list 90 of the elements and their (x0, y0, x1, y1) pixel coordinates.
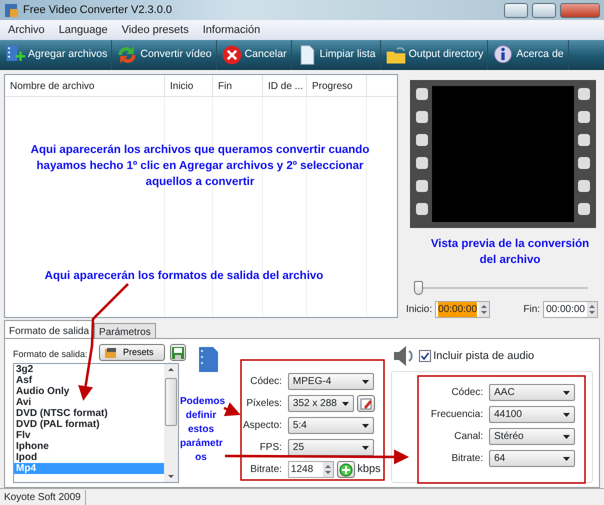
spin-icon[interactable] (479, 302, 490, 317)
spin-icon[interactable] (322, 462, 333, 477)
save-button[interactable] (170, 344, 186, 361)
tab[interactable]: Formato de salida (4, 320, 94, 338)
field-label: Formato de salida: (13, 348, 88, 360)
menu-item[interactable]: Language (58, 22, 108, 38)
time-field[interactable]: 00:00:00 (543, 301, 598, 318)
time-label: Fin: (523, 303, 540, 317)
cancel-icon (220, 44, 243, 66)
format-item[interactable]: DVD (PAL format) (14, 419, 164, 430)
column-header[interactable]: Fin (213, 75, 263, 96)
folder-icon (384, 44, 407, 66)
add-button[interactable] (336, 461, 355, 478)
edit-button[interactable] (356, 395, 375, 412)
dropdown[interactable]: MPEG-4 (288, 373, 374, 390)
speaker-icon (391, 344, 413, 368)
dropdown[interactable]: 44100 (489, 406, 576, 423)
field-label: Frecuencia: (430, 408, 484, 422)
field-label: Códec: (450, 386, 484, 400)
format-item[interactable]: 3g2 (14, 364, 164, 375)
caret-icon (342, 402, 349, 406)
caret-icon (563, 412, 570, 416)
annotation-text: Aqui aparecerán los archivos que queramos convertir cuando hayamos hecho 1º clic en Agregar archivos y 2º seleccionar aquellos a convertir (30, 143, 370, 190)
field-label: Bitrate: (249, 463, 282, 477)
caret-icon (563, 456, 570, 460)
annotation-text: Aqui aparecerán los formatos de salida del archivo (44, 269, 324, 284)
caret-icon (362, 446, 369, 450)
tab[interactable]: Parámetros (94, 323, 156, 338)
toolbar-button[interactable]: Convertir vídeo (112, 40, 217, 70)
info-icon (492, 44, 514, 66)
video-file-icon (197, 346, 219, 373)
presets-icon (104, 346, 118, 358)
seek-slider[interactable] (414, 281, 588, 295)
toolbar-button[interactable]: Cancelar (216, 40, 292, 70)
format-item[interactable]: DVD (NTSC format) (14, 408, 164, 419)
column-header[interactable]: Nombre de archivo (5, 75, 165, 96)
toolbar-button[interactable]: Limpiar lista (292, 40, 381, 70)
time-field[interactable]: 00:00:00 (435, 301, 490, 318)
menu-item[interactable]: Video presets (122, 22, 189, 38)
unit-label: kbps (357, 462, 381, 478)
menu-item[interactable]: Archivo (8, 22, 45, 38)
dropdown[interactable]: AAC (489, 384, 576, 401)
time-label: Inicio: (406, 303, 432, 317)
format-item[interactable]: Avi (14, 397, 164, 408)
toolbar-button[interactable]: Agregar archivos (0, 40, 112, 70)
format-item[interactable]: Asf (14, 375, 164, 386)
caret-icon (362, 380, 369, 384)
toolbar-button[interactable]: Output directory (380, 40, 488, 70)
dropdown[interactable]: 352 x 288 (288, 395, 354, 412)
save-icon (171, 346, 186, 360)
minimize-button[interactable] (504, 2, 528, 18)
bitrate-field[interactable]: 1248 (288, 461, 334, 478)
app-icon (4, 2, 19, 18)
field-label: Códec: (249, 375, 282, 389)
format-item[interactable]: Audio Only (14, 386, 164, 397)
column-header[interactable]: Progreso (307, 75, 367, 96)
spin-icon[interactable] (587, 302, 597, 317)
presets-button[interactable]: Presets (99, 344, 165, 361)
dropdown[interactable]: 5:4 (288, 417, 374, 434)
maximize-button[interactable] (532, 2, 556, 18)
field-label: Canal: (453, 430, 484, 444)
checkbox[interactable] (418, 350, 430, 362)
column-header[interactable]: ID de ... (263, 75, 307, 96)
toolbar-button[interactable]: Acerca de (488, 40, 569, 70)
slider-thumb[interactable] (414, 281, 423, 295)
dropdown[interactable]: Stéréo (489, 428, 576, 445)
plus-icon (338, 462, 353, 476)
checkbox-label: Incluir pista de audio (433, 348, 534, 364)
circular-arrows-icon (116, 44, 138, 66)
field-label: FPS: (258, 441, 282, 455)
pencil-icon (358, 396, 373, 410)
field-label: Píxeles: (245, 397, 282, 411)
caret-icon (362, 424, 369, 428)
dropdown[interactable]: 64 (489, 450, 576, 467)
caret-icon (563, 390, 570, 394)
column-header[interactable]: Inicio (165, 75, 213, 96)
menu-item[interactable]: Información (202, 22, 260, 38)
caret-icon (563, 434, 570, 438)
format-item[interactable]: Iphone (14, 441, 164, 452)
status-text: Koyote Soft 2009 (4, 490, 86, 504)
field-label: Bitrate: (450, 452, 484, 466)
annotation-text: Vista previa de la conversión del archivo (430, 237, 590, 268)
window-title: Free Video Converter V2.3.0.0 (23, 2, 172, 18)
format-item[interactable]: Flv (14, 430, 164, 441)
scrollbar-thumb[interactable] (165, 378, 177, 426)
close-button[interactable] (560, 2, 600, 18)
arrow (224, 402, 241, 416)
dropdown[interactable]: 25 (288, 439, 374, 456)
format-item[interactable]: Ipod (14, 452, 164, 463)
field-label: Aspecto: (243, 419, 282, 433)
